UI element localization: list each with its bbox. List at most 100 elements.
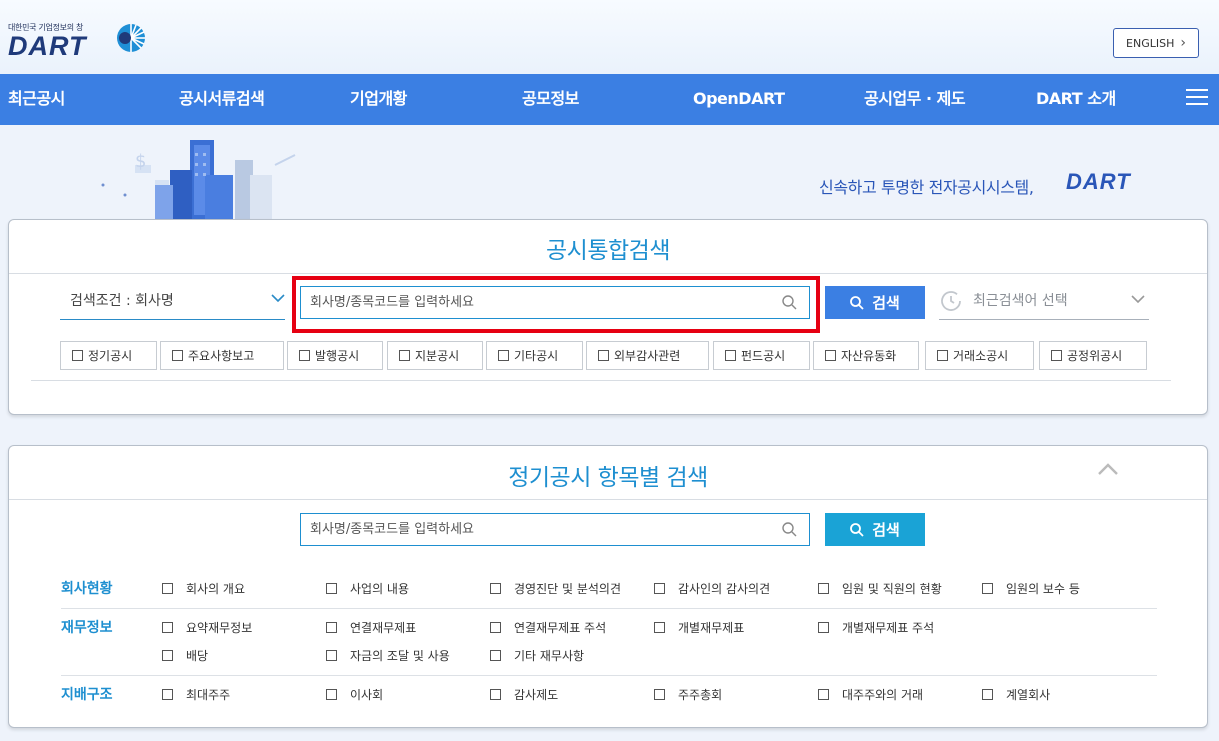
option-item[interactable]: 회사의 개요 bbox=[162, 580, 245, 597]
clock-history-icon bbox=[941, 291, 961, 311]
option-label: 배당 bbox=[186, 649, 209, 663]
option-item[interactable]: 최대주주 bbox=[162, 686, 230, 703]
checkbox[interactable] bbox=[172, 350, 183, 361]
checkbox[interactable] bbox=[654, 622, 665, 633]
checkbox[interactable] bbox=[326, 622, 337, 633]
checkbox[interactable] bbox=[326, 583, 337, 594]
option-item[interactable]: 개별재무제표 bbox=[654, 619, 744, 636]
hero-dart-logo: DART bbox=[1066, 169, 1131, 194]
checkbox[interactable] bbox=[299, 350, 310, 361]
integrated-search-title: 공시통합검색 bbox=[546, 238, 670, 264]
option-item[interactable]: 대주주와의 거래 bbox=[818, 686, 923, 703]
filter-label: 자산유동화 bbox=[841, 349, 897, 363]
recent-search-select[interactable]: 최근검색어 선택 bbox=[939, 286, 1149, 320]
checkbox[interactable] bbox=[72, 350, 83, 361]
integrated-search-button[interactable]: 검색 bbox=[825, 286, 925, 319]
option-item[interactable]: 배당 bbox=[162, 647, 208, 664]
option-item[interactable]: 감사제도 bbox=[490, 686, 558, 703]
filter-chip[interactable]: 외부감사관련 bbox=[586, 341, 709, 370]
checkbox[interactable] bbox=[725, 350, 736, 361]
checkbox[interactable] bbox=[818, 689, 829, 700]
checkbox[interactable] bbox=[937, 350, 948, 361]
filter-chip[interactable]: 자산유동화 bbox=[813, 341, 919, 370]
checkbox[interactable] bbox=[598, 350, 609, 361]
checkbox[interactable] bbox=[982, 583, 993, 594]
checkbox[interactable] bbox=[162, 689, 173, 700]
hero-slogan: 신속하고 투명한 전자공시시스템, bbox=[819, 178, 1034, 197]
periodic-search-button[interactable]: 검색 bbox=[825, 513, 925, 546]
search-button-label: 검색 bbox=[872, 294, 900, 312]
filter-chip[interactable]: 기타공시 bbox=[486, 341, 583, 370]
option-item[interactable]: 계열회사 bbox=[982, 686, 1050, 703]
periodic-search-placeholder: 회사명/종목코드를 입력하세요 bbox=[310, 522, 474, 537]
checkbox[interactable] bbox=[654, 583, 665, 594]
option-item[interactable]: 사업의 내용 bbox=[326, 580, 409, 597]
option-item[interactable]: 경영진단 및 분석의견 bbox=[490, 580, 621, 597]
option-item[interactable]: 연결재무제표 주석 bbox=[490, 619, 606, 636]
option-label: 임원 및 직원의 현황 bbox=[842, 582, 942, 596]
checkbox[interactable] bbox=[490, 689, 501, 700]
row-divider bbox=[61, 608, 1157, 609]
option-item[interactable]: 이사회 bbox=[326, 686, 383, 703]
filter-chip[interactable]: 거래소공시 bbox=[925, 341, 1034, 370]
checkbox[interactable] bbox=[490, 650, 501, 661]
integrated-search-input[interactable]: 회사명/종목코드를 입력하세요 bbox=[300, 286, 810, 319]
hamburger-menu-icon[interactable] bbox=[1186, 89, 1208, 107]
chevron-up-icon[interactable] bbox=[1097, 462, 1119, 476]
option-label: 임원의 보수 등 bbox=[1006, 582, 1080, 596]
option-label: 이사회 bbox=[350, 688, 384, 702]
nav-item-disclosure-system[interactable]: 공시업무 · 제도 bbox=[864, 74, 966, 125]
filter-chip[interactable]: 주요사항보고 bbox=[160, 341, 284, 370]
checkbox[interactable] bbox=[982, 689, 993, 700]
hero-banner: $ 신속하고 투명한 전자공시시스템, DART bbox=[0, 125, 1219, 220]
option-item[interactable]: 감사인의 감사의견 bbox=[654, 580, 770, 597]
nav-item-document-search[interactable]: 공시서류검색 bbox=[179, 74, 265, 125]
checkbox[interactable] bbox=[825, 350, 836, 361]
checkbox[interactable] bbox=[1051, 350, 1062, 361]
search-condition-value: 검색조건 : 회사명 bbox=[70, 293, 174, 309]
top-header: 대한민국 기업정보의 창 DART ENGLISH › bbox=[0, 0, 1219, 74]
dart-logo[interactable]: 대한민국 기업정보의 창 DART bbox=[8, 22, 145, 60]
option-item[interactable]: 개별재무제표 주석 bbox=[818, 619, 934, 636]
option-item[interactable]: 연결재무제표 bbox=[326, 619, 416, 636]
checkbox[interactable] bbox=[818, 583, 829, 594]
filter-chip[interactable]: 정기공시 bbox=[60, 341, 157, 370]
checkbox[interactable] bbox=[490, 583, 501, 594]
checkbox[interactable] bbox=[162, 622, 173, 633]
checkbox[interactable] bbox=[654, 689, 665, 700]
nav-item-company-overview[interactable]: 기업개황 bbox=[350, 74, 407, 125]
option-item[interactable]: 임원 및 직원의 현황 bbox=[818, 580, 942, 597]
checkbox[interactable] bbox=[326, 650, 337, 661]
filter-chip[interactable]: 공정위공시 bbox=[1039, 341, 1147, 370]
option-item[interactable]: 임원의 보수 등 bbox=[982, 580, 1080, 597]
option-item[interactable]: 주주총회 bbox=[654, 686, 722, 703]
filter-chip[interactable]: 펀드공시 bbox=[713, 341, 810, 370]
checkbox[interactable] bbox=[162, 650, 173, 661]
checkbox[interactable] bbox=[326, 689, 337, 700]
checkbox[interactable] bbox=[818, 622, 829, 633]
option-label: 사업의 내용 bbox=[350, 582, 410, 596]
nav-item-offering-info[interactable]: 공모정보 bbox=[522, 74, 579, 125]
filter-label: 공정위공시 bbox=[1067, 349, 1123, 363]
search-condition-select[interactable]: 검색조건 : 회사명 bbox=[60, 286, 285, 320]
nav-item-opendart[interactable]: OpenDART bbox=[693, 74, 785, 125]
checkbox[interactable] bbox=[490, 622, 501, 633]
option-item[interactable]: 자금의 조달 및 사용 bbox=[326, 647, 450, 664]
search-icon bbox=[782, 295, 797, 310]
periodic-search-input[interactable]: 회사명/종목코드를 입력하세요 bbox=[300, 513, 810, 546]
search-icon bbox=[850, 522, 864, 537]
filter-label: 정기공시 bbox=[88, 349, 133, 363]
checkbox[interactable] bbox=[162, 583, 173, 594]
option-label: 감사제도 bbox=[514, 688, 559, 702]
option-item[interactable]: 기타 재무사항 bbox=[490, 647, 584, 664]
filter-chip[interactable]: 지분공시 bbox=[387, 341, 483, 370]
checkbox[interactable] bbox=[399, 350, 410, 361]
english-button[interactable]: ENGLISH › bbox=[1113, 28, 1199, 58]
checkbox[interactable] bbox=[498, 350, 509, 361]
svg-text:$: $ bbox=[135, 151, 146, 172]
option-item[interactable]: 요약재무정보 bbox=[162, 619, 252, 636]
nav-item-recent[interactable]: 최근공시 bbox=[8, 74, 65, 125]
nav-item-about-dart[interactable]: DART 소개 bbox=[1036, 74, 1116, 125]
option-label: 회사의 개요 bbox=[186, 582, 246, 596]
filter-chip[interactable]: 발행공시 bbox=[287, 341, 383, 370]
